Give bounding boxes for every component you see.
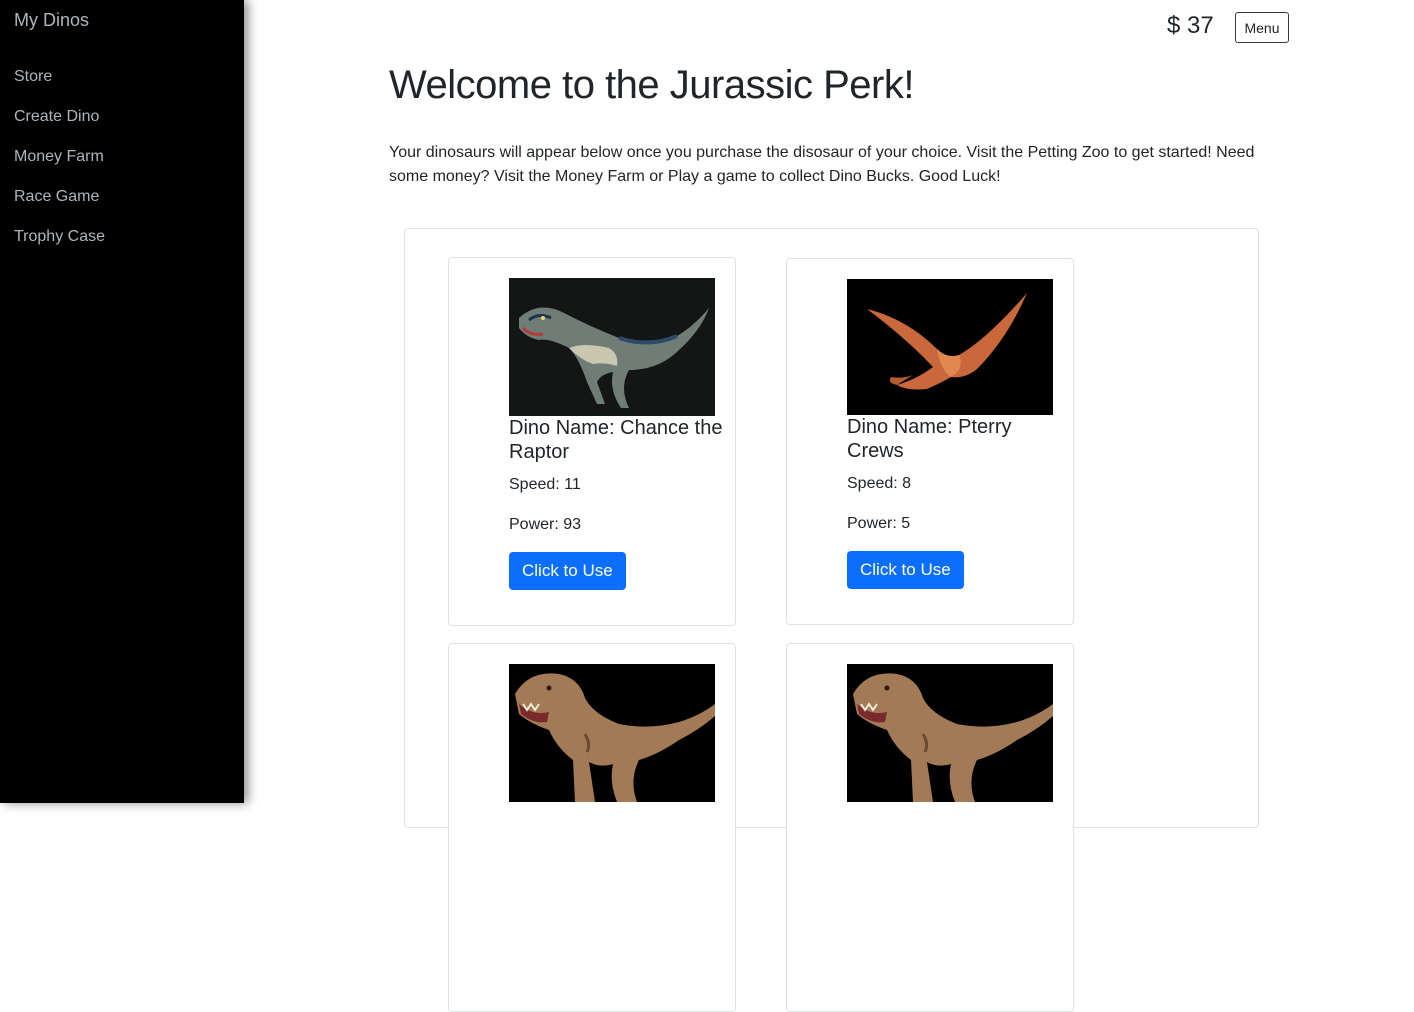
dino-power: Power: 93 [509,516,582,533]
page-title: Welcome to the Jurassic Perk! [389,63,914,107]
dino-card: Dino Name: Pterry Crews Speed: 8 Power: … [786,258,1074,625]
use-dino-button[interactable]: Click to Use [847,551,964,589]
sidebar-title[interactable]: My Dinos [14,10,89,31]
dino-card: Dino Name: Chance the Raptor Speed: 11 P… [448,257,736,626]
sidebar-item-race-game[interactable]: Race Game [14,186,105,226]
dino-speed: Speed: 8 [847,475,912,492]
money-balance: $ 37 [1167,12,1214,39]
sidebar-item-trophy-case[interactable]: Trophy Case [14,226,105,266]
raptor-illustration [509,278,715,416]
trex-image [847,664,1053,802]
dino-power: Power: 5 [847,515,911,532]
sidebar-item-store[interactable]: Store [14,66,105,106]
trex-illustration [509,664,715,802]
main-content: $ 37 Menu Welcome to the Jurassic Perk! … [244,0,1414,1012]
pterodactyl-illustration [847,279,1053,415]
raptor-image [509,278,715,416]
sidebar-item-create-dino[interactable]: Create Dino [14,106,105,146]
sidebar-nav: Store Create Dino Money Farm Race Game T… [14,66,105,266]
dino-name: Dino Name: Chance the Raptor [509,417,723,463]
trex-illustration [847,664,1053,802]
intro-text: Your dinosaurs will appear below once yo… [389,144,1255,185]
dino-list: Dino Name: Chance the Raptor Speed: 11 P… [404,228,1259,1012]
pterodactyl-image [847,279,1053,415]
trex-image [509,664,715,802]
dino-card [448,643,736,1012]
sidebar: My Dinos Store Create Dino Money Farm Ra… [0,0,244,803]
use-dino-button[interactable]: Click to Use [509,552,626,590]
dino-name: Dino Name: Pterry Crews [847,416,1012,462]
dino-card [786,643,1074,1012]
dino-speed: Speed: 11 [509,476,581,493]
sidebar-item-money-farm[interactable]: Money Farm [14,146,105,186]
menu-button[interactable]: Menu [1235,12,1289,43]
